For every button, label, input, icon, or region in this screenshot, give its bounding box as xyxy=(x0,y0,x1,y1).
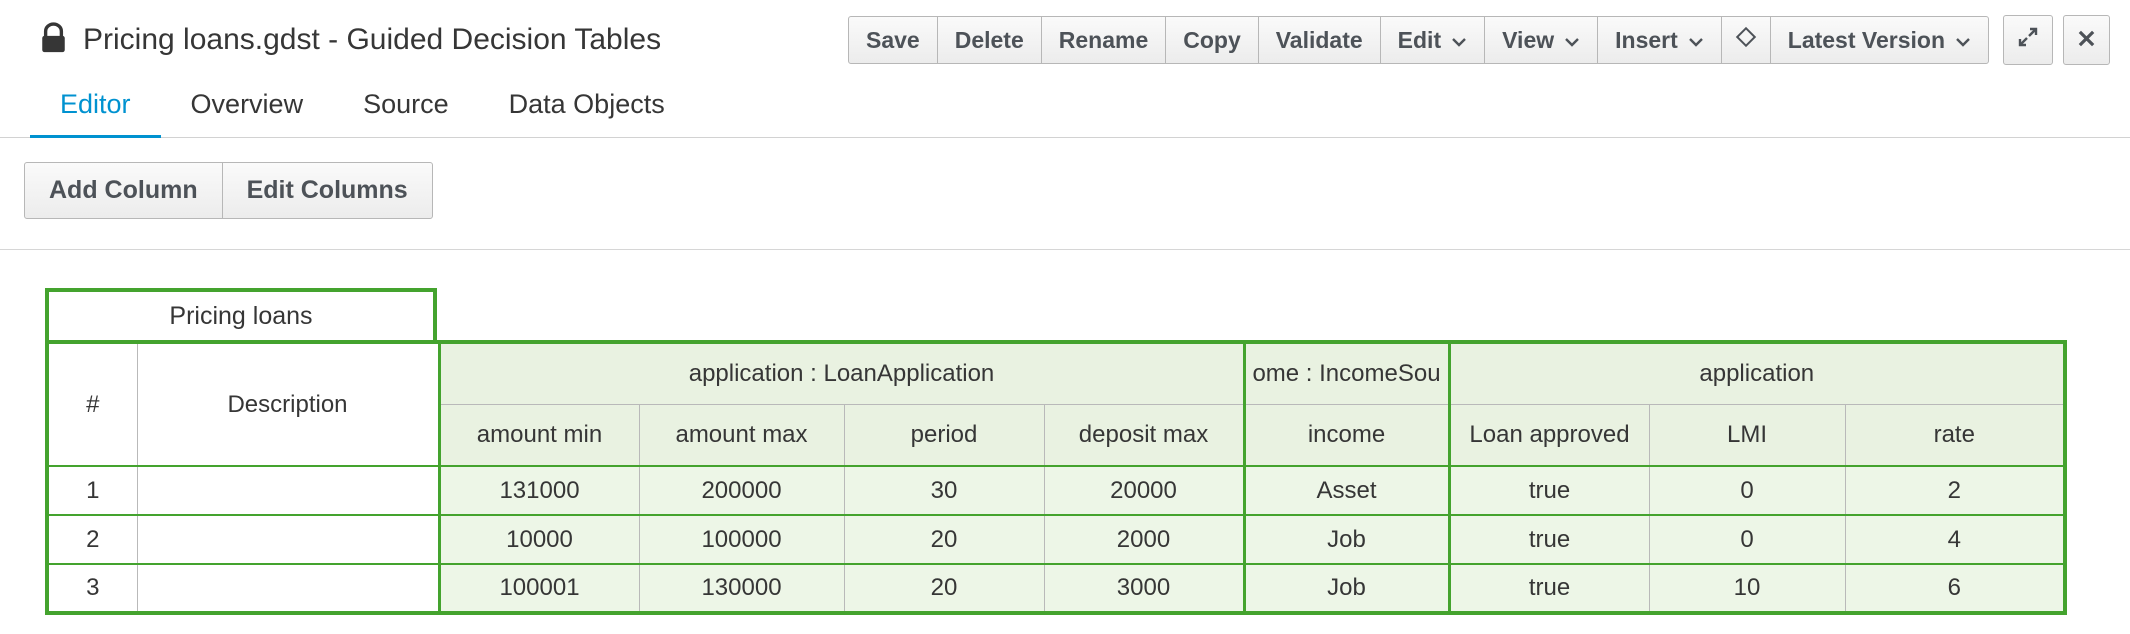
validate-button[interactable]: Validate xyxy=(1258,16,1381,64)
column-header-amount-max[interactable]: amount max xyxy=(639,404,844,466)
table-row: 3 100001 130000 20 3000 Job true 10 6 xyxy=(47,564,2065,613)
edit-label: Edit xyxy=(1398,27,1441,54)
close-icon xyxy=(2077,27,2096,54)
table-row: 1 131000 200000 30 20000 Asset true 0 2 xyxy=(47,466,2065,515)
income-cell[interactable]: Job xyxy=(1244,515,1449,564)
add-column-button[interactable]: Add Column xyxy=(24,162,223,219)
lmi-cell[interactable]: 0 xyxy=(1649,515,1845,564)
deposit-max-cell[interactable]: 20000 xyxy=(1044,466,1244,515)
diamond-icon xyxy=(1735,26,1757,54)
table-row: 2 10000 100000 20 2000 Job true 0 4 xyxy=(47,515,2065,564)
amount-min-cell[interactable]: 131000 xyxy=(439,466,639,515)
group-header-income-source[interactable]: ome : IncomeSou xyxy=(1244,342,1449,404)
rate-cell[interactable]: 6 xyxy=(1845,564,2065,613)
chevron-down-icon xyxy=(1451,37,1467,47)
amount-max-cell[interactable]: 200000 xyxy=(639,466,844,515)
save-button[interactable]: Save xyxy=(848,16,938,64)
lock-icon xyxy=(40,21,67,59)
period-cell[interactable]: 20 xyxy=(844,564,1044,613)
table-caption[interactable]: Pricing loans xyxy=(45,288,437,344)
tab-data-objects[interactable]: Data Objects xyxy=(479,73,695,138)
loan-approved-cell[interactable]: true xyxy=(1449,466,1649,515)
rate-cell[interactable]: 4 xyxy=(1845,515,2065,564)
edit-menu-button[interactable]: Edit xyxy=(1380,16,1485,64)
diamond-button[interactable] xyxy=(1721,16,1771,64)
column-header-amount-min[interactable]: amount min xyxy=(439,404,639,466)
description-cell[interactable] xyxy=(137,564,439,613)
title-bar: Pricing loans.gdst - Guided Decision Tab… xyxy=(0,0,2130,74)
period-cell[interactable]: 20 xyxy=(844,515,1044,564)
edit-columns-button[interactable]: Edit Columns xyxy=(222,162,433,219)
column-header-rate[interactable]: rate xyxy=(1845,404,2065,466)
window-button-group xyxy=(2003,15,2110,65)
rate-cell[interactable]: 2 xyxy=(1845,466,2065,515)
view-label: View xyxy=(1502,27,1554,54)
column-header-income[interactable]: income xyxy=(1244,404,1449,466)
column-toolbar: Add Column Edit Columns xyxy=(0,138,2130,249)
editor-canvas: Pricing loans # Description application … xyxy=(0,250,2130,615)
column-header-deposit-max[interactable]: deposit max xyxy=(1044,404,1244,466)
delete-button[interactable]: Delete xyxy=(937,16,1042,64)
insert-menu-button[interactable]: Insert xyxy=(1597,16,1722,64)
row-number-cell[interactable]: 3 xyxy=(47,564,137,613)
save-label: Save xyxy=(866,27,920,54)
row-number-cell[interactable]: 2 xyxy=(47,515,137,564)
column-header-description[interactable]: Description xyxy=(137,342,439,466)
lmi-cell[interactable]: 10 xyxy=(1649,564,1845,613)
income-cell[interactable]: Job xyxy=(1244,564,1449,613)
delete-label: Delete xyxy=(955,27,1024,54)
chevron-down-icon xyxy=(1564,37,1580,47)
tab-source[interactable]: Source xyxy=(333,73,479,138)
chevron-down-icon xyxy=(1955,37,1971,47)
amount-max-cell[interactable]: 100000 xyxy=(639,515,844,564)
expand-icon xyxy=(2017,26,2039,54)
title-wrap: Pricing loans.gdst - Guided Decision Tab… xyxy=(40,21,661,59)
loan-approved-cell[interactable]: true xyxy=(1449,515,1649,564)
income-cell[interactable]: Asset xyxy=(1244,466,1449,515)
latest-version-button[interactable]: Latest Version xyxy=(1770,16,1989,64)
validate-label: Validate xyxy=(1276,27,1363,54)
expand-button[interactable] xyxy=(2003,15,2053,65)
rename-button[interactable]: Rename xyxy=(1041,16,1166,64)
tab-bar: Editor Overview Source Data Objects xyxy=(0,74,2130,138)
insert-label: Insert xyxy=(1615,27,1678,54)
tab-overview[interactable]: Overview xyxy=(161,73,334,138)
description-cell[interactable] xyxy=(137,515,439,564)
decision-table: # Description application : LoanApplicat… xyxy=(45,340,2067,615)
page-title: Pricing loans.gdst - Guided Decision Tab… xyxy=(83,23,661,57)
deposit-max-cell[interactable]: 3000 xyxy=(1044,564,1244,613)
copy-label: Copy xyxy=(1183,27,1241,54)
copy-button[interactable]: Copy xyxy=(1165,16,1259,64)
column-header-loan-approved[interactable]: Loan approved xyxy=(1449,404,1649,466)
action-toolbar: Save Delete Rename Copy Validate Edit Vi… xyxy=(848,15,2110,65)
loan-approved-cell[interactable]: true xyxy=(1449,564,1649,613)
amount-max-cell[interactable]: 130000 xyxy=(639,564,844,613)
app-window: Pricing loans.gdst - Guided Decision Tab… xyxy=(0,0,2130,615)
lmi-cell[interactable]: 0 xyxy=(1649,466,1845,515)
tab-editor[interactable]: Editor xyxy=(30,73,161,138)
amount-min-cell[interactable]: 10000 xyxy=(439,515,639,564)
column-header-period[interactable]: period xyxy=(844,404,1044,466)
row-number-cell[interactable]: 1 xyxy=(47,466,137,515)
deposit-max-cell[interactable]: 2000 xyxy=(1044,515,1244,564)
close-button[interactable] xyxy=(2063,15,2110,65)
view-menu-button[interactable]: View xyxy=(1484,16,1598,64)
group-header-row: # Description application : LoanApplicat… xyxy=(47,342,2065,404)
chevron-down-icon xyxy=(1688,37,1704,47)
main-button-group: Save Delete Rename Copy Validate Edit Vi… xyxy=(848,16,1989,64)
period-cell[interactable]: 30 xyxy=(844,466,1044,515)
description-cell[interactable] xyxy=(137,466,439,515)
rename-label: Rename xyxy=(1059,27,1148,54)
column-header-lmi[interactable]: LMI xyxy=(1649,404,1845,466)
group-header-application[interactable]: application xyxy=(1449,342,2065,404)
latest-version-label: Latest Version xyxy=(1788,27,1945,54)
column-button-group: Add Column Edit Columns xyxy=(24,162,2130,219)
column-header-number[interactable]: # xyxy=(47,342,137,466)
amount-min-cell[interactable]: 100001 xyxy=(439,564,639,613)
group-header-loan-application[interactable]: application : LoanApplication xyxy=(439,342,1244,404)
